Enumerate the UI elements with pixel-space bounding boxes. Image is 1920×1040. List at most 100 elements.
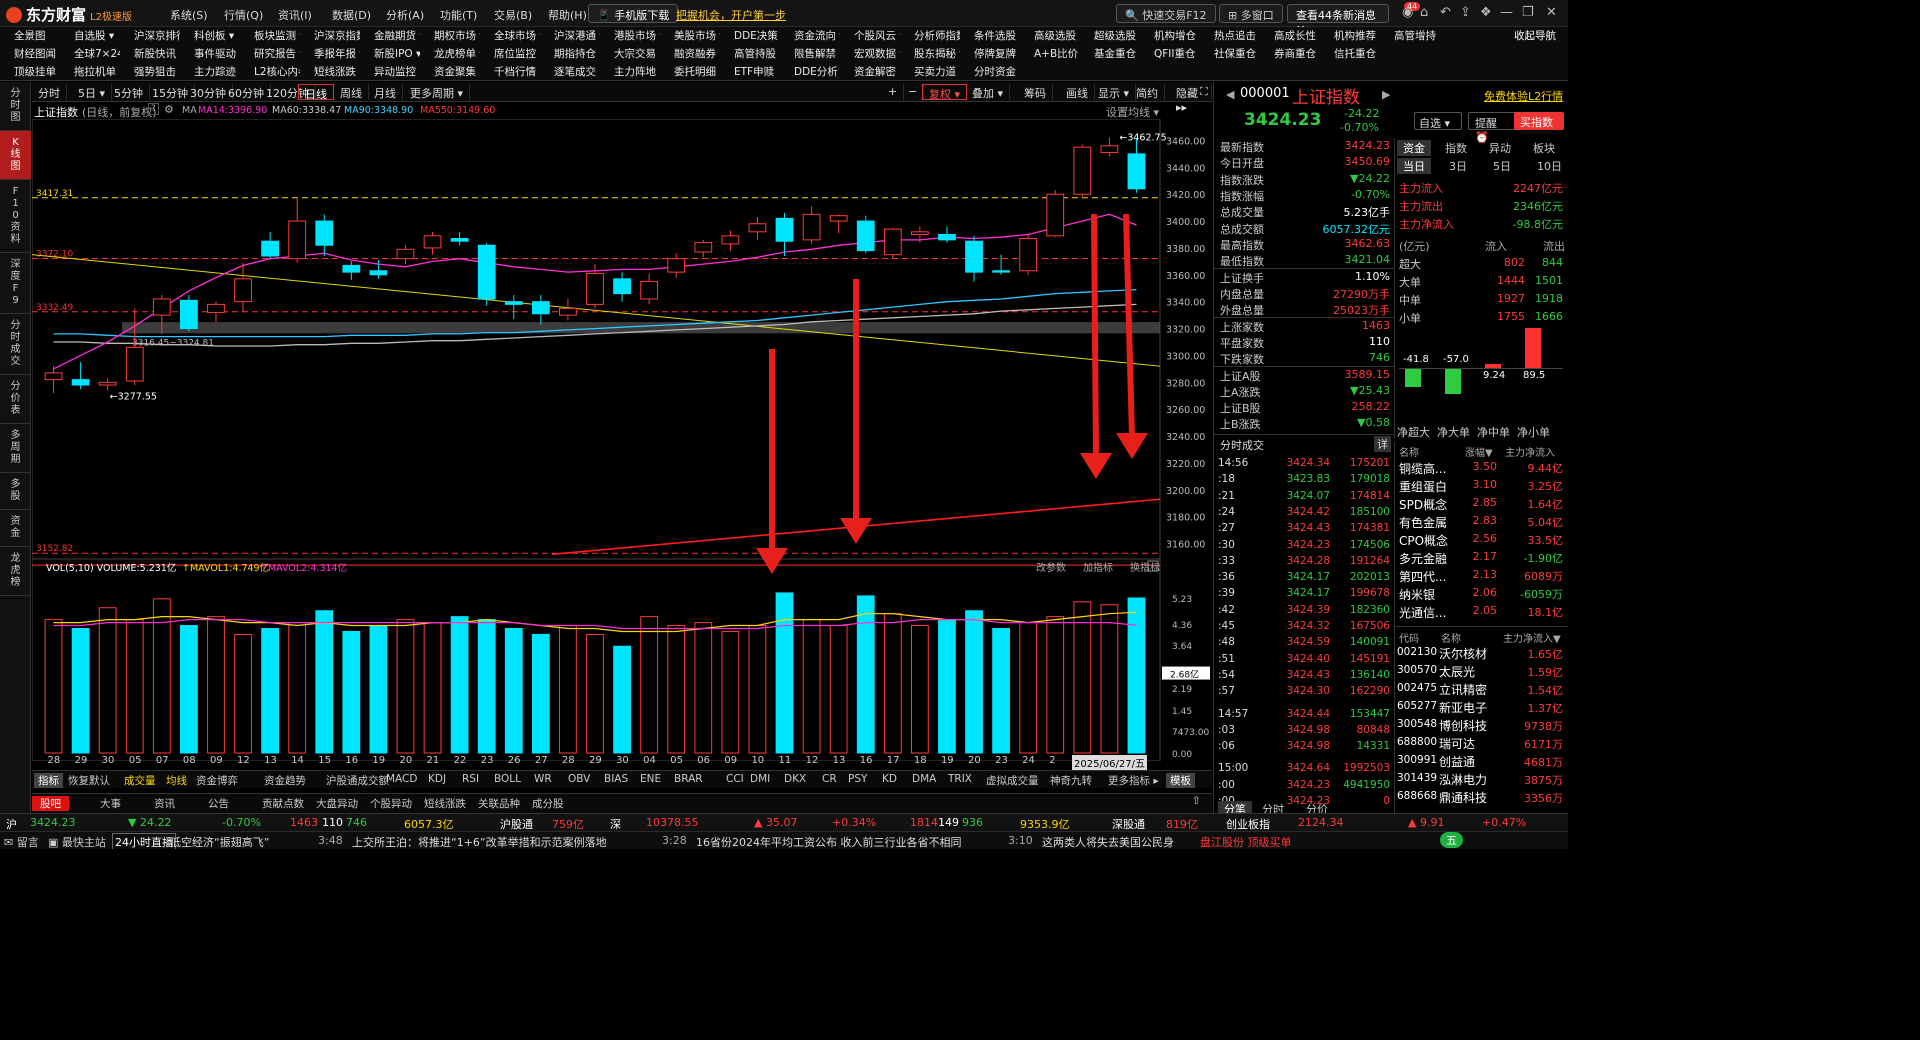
indicator-tab[interactable]: 资金趋势 [264, 773, 306, 788]
volume-bar[interactable] [829, 625, 848, 754]
feature-menu-item[interactable]: 沪深京指数 ▾ [300, 28, 360, 46]
candle[interactable] [883, 228, 902, 256]
buy-index-button[interactable]: 买指数 [1514, 112, 1564, 130]
candle[interactable] [640, 281, 659, 300]
candle[interactable] [369, 270, 388, 276]
sector-name[interactable]: CPO概念 [1399, 532, 1448, 549]
feature-menu-item[interactable]: 超级选股 [1080, 28, 1140, 46]
candle[interactable] [694, 242, 713, 253]
feature-menu-item[interactable]: 财经图闻 [0, 46, 60, 64]
volume-bar[interactable] [369, 625, 388, 754]
candle[interactable] [396, 248, 415, 260]
fullscreen-icon[interactable]: ⛶ [1194, 84, 1215, 100]
candle[interactable] [423, 235, 442, 249]
feature-menu-item[interactable]: 主力阵地 [600, 64, 660, 82]
feature-menu-item[interactable]: 港股市场 ▾ [600, 28, 660, 46]
indicator-tab[interactable]: ENE [640, 773, 661, 785]
candle[interactable] [748, 223, 767, 233]
bottom-tab[interactable]: 个股异动 [356, 796, 412, 811]
volume-bar[interactable] [125, 619, 144, 754]
indicator-tab[interactable]: RSI [462, 773, 479, 785]
stock-code[interactable]: 688800 [1397, 736, 1437, 748]
feature-menu-item[interactable] [1500, 46, 1560, 64]
indicator-tab[interactable]: DMI [750, 773, 770, 785]
feature-menu-item[interactable]: 强势狙击 [120, 64, 180, 82]
candle[interactable] [992, 270, 1010, 273]
indicator-tab[interactable]: 沪股通成交额 [326, 773, 389, 788]
forward-arrow-icon[interactable]: ▶ [1382, 88, 1390, 101]
feature-menu-item[interactable]: 板块监测 ▾ [240, 28, 300, 46]
volume-bar[interactable] [234, 633, 252, 754]
candle[interactable] [71, 379, 90, 386]
feature-menu-item[interactable]: 股东揭秘 ▾ [900, 46, 960, 64]
left-nav-item[interactable]: F10资料 [0, 180, 31, 253]
feature-menu-item[interactable]: 主力踪迹 [180, 64, 240, 82]
candle[interactable] [721, 235, 740, 245]
indicator-tab[interactable]: 资金博弈 [196, 773, 238, 788]
feature-menu-item[interactable]: 沪深京排行 ▾ [120, 28, 180, 46]
stock-name[interactable]: 瑞可达 [1439, 735, 1475, 752]
feature-menu-item[interactable]: 收起导航 [1500, 28, 1560, 46]
indicator-tab[interactable]: BRAR [674, 773, 703, 785]
day-tab[interactable]: 3日 [1449, 158, 1467, 174]
message-link[interactable]: ✉ 留言 [4, 834, 39, 849]
volume-bar[interactable] [477, 619, 496, 754]
volume-bar[interactable] [910, 625, 929, 754]
candle[interactable] [531, 301, 550, 315]
feature-menu-item[interactable]: 资金解密 [840, 64, 900, 82]
watchlist-button[interactable]: 自选 ▾ [1414, 112, 1462, 130]
volume-bar[interactable] [396, 619, 415, 754]
ime-indicator[interactable]: 五 [1440, 832, 1463, 848]
feature-menu-item[interactable]: 社保重仓 [1200, 46, 1260, 64]
stock-code[interactable]: 002475 [1397, 682, 1437, 694]
volume-bar[interactable] [775, 592, 794, 754]
feature-menu-item[interactable]: 信托重仓 [1320, 46, 1380, 64]
volume-bar[interactable] [586, 633, 604, 754]
candle[interactable] [44, 372, 63, 381]
left-nav-item[interactable]: 多股 [0, 473, 31, 510]
kline-chart[interactable]: 3460.00 3440.00 3420.00 3400.00 3380.00 3360.… [32, 119, 1212, 761]
feature-menu-item[interactable]: 个股风云 ▾ [840, 28, 900, 46]
feature-menu-item[interactable]: 逐笔成交 [540, 64, 600, 82]
news-item[interactable]: 低空经济“振翅高飞” [170, 834, 269, 849]
volume-bar[interactable] [71, 628, 90, 754]
feature-menu-item[interactable]: 宏观数据 ▾ [840, 46, 900, 64]
volume-bar[interactable] [531, 633, 550, 754]
candle[interactable] [207, 303, 225, 313]
bottom-tab[interactable]: 短线涨跌 [410, 796, 466, 811]
feature-menu-item[interactable]: 机构增仓 [1140, 28, 1200, 46]
period-tab[interactable]: 周线 [334, 84, 369, 100]
feature-menu-item[interactable]: 高管持股 [720, 46, 780, 64]
indicator-tab[interactable]: PSY [848, 773, 867, 785]
feature-menu-item[interactable]: 机构推荐 [1320, 28, 1380, 46]
feature-menu-item[interactable]: 大宗交易 [600, 46, 660, 64]
volume-bar[interactable] [261, 628, 280, 754]
bottom-tab[interactable]: 成分股 [518, 796, 564, 811]
menu-item[interactable]: 数据(D) [332, 7, 386, 23]
candle[interactable] [586, 272, 604, 305]
candle[interactable] [98, 381, 117, 386]
multi-window-button[interactable]: ⊞ 多窗口 [1219, 4, 1283, 23]
volume-bar[interactable] [44, 619, 63, 754]
bottom-tab[interactable]: 贡献点数 [248, 796, 304, 811]
indicator-tab[interactable]: DKX [784, 773, 806, 785]
candle[interactable] [1019, 238, 1038, 272]
indicator-tab[interactable]: TRIX [948, 773, 972, 785]
candle[interactable] [667, 258, 686, 273]
stock-code[interactable]: 300548 [1397, 718, 1437, 730]
feature-menu-item[interactable]: 期指持仓 [540, 46, 600, 64]
help-icon[interactable]: ? [148, 103, 159, 115]
volume-bar[interactable] [992, 628, 1010, 754]
toolbar-button[interactable]: 复权 ▾ [922, 84, 968, 101]
feature-menu-item[interactable]: 限售解禁 [780, 46, 840, 64]
fund-tab[interactable]: 异动 [1489, 140, 1511, 156]
stock-code[interactable]: 300991 [1397, 754, 1437, 766]
home-icon[interactable]: ⌂ [1420, 5, 1428, 20]
candle[interactable] [1127, 153, 1146, 190]
bottom-tab[interactable]: 资讯 [140, 796, 175, 811]
indicator-tab[interactable]: 模板 [1166, 773, 1195, 788]
news-item[interactable]: 16省份2024年平均工资公布 收入前三行业各省不相同 [696, 834, 962, 849]
day-tab[interactable]: 当日 [1397, 158, 1431, 174]
volume-bar[interactable] [613, 645, 631, 754]
feature-menu-item[interactable]: 资金流向 ▾ [780, 28, 840, 46]
